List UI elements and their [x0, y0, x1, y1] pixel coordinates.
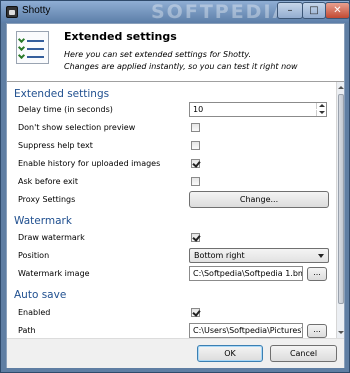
no-preview-checkbox[interactable]	[191, 123, 200, 132]
watermark-browse-button[interactable]: ...	[307, 267, 327, 281]
settings-window: Shotty SOFTPEDIA – □ ✕ Extended settings…	[0, 0, 350, 373]
spin-up-icon[interactable]	[316, 103, 326, 109]
maximize-button[interactable]: □	[302, 2, 326, 19]
proxy-change-button[interactable]: Change...	[189, 191, 329, 208]
watermark-image-value: C:\Softpedia\Softpedia 1.bmp	[193, 269, 303, 278]
draw-watermark-checkbox[interactable]	[191, 233, 200, 242]
section-autosave-title: Auto save	[14, 289, 67, 301]
scroll-down-icon[interactable]	[338, 329, 344, 336]
dialog-footer: OK Cancel	[7, 338, 344, 368]
ask-exit-label: Ask before exit	[18, 177, 78, 186]
ok-button[interactable]: OK	[197, 345, 263, 362]
scroll-thumb[interactable]	[338, 94, 344, 304]
page-title: Extended settings	[64, 30, 177, 43]
proxy-label: Proxy Settings	[18, 195, 76, 204]
autosave-path-label: Path	[18, 326, 36, 335]
window-title: Shotty	[22, 5, 51, 16]
close-button[interactable]: ✕	[325, 2, 350, 19]
autosave-enabled-label: Enabled	[18, 308, 51, 317]
no-preview-label: Don't show selection preview	[18, 123, 136, 132]
delay-value: 10	[193, 105, 204, 114]
dialog-client: Extended settings Here you can set exten…	[6, 23, 345, 368]
section-watermark-title: Watermark	[14, 215, 72, 227]
header-description: Here you can set extended settings for S…	[64, 49, 339, 73]
draw-watermark-label: Draw watermark	[18, 233, 85, 242]
camera-icon	[6, 6, 18, 18]
title-bar[interactable]: Shotty SOFTPEDIA – □ ✕	[1, 1, 350, 23]
suppress-help-label: Suppress help text	[18, 141, 93, 150]
description-line-2: Changes are applied instantly, so you ca…	[64, 62, 298, 71]
dialog-header: Extended settings Here you can set exten…	[7, 24, 344, 81]
vertical-scrollbar[interactable]	[336, 82, 344, 338]
softpedia-logo: SOFTPEDIA	[151, 1, 290, 23]
checklist-icon	[16, 31, 49, 64]
autosave-path-value: C:\Users\Softpedia\Pictures\S	[193, 326, 303, 335]
watermark-image-field[interactable]: C:\Softpedia\Softpedia 1.bmp	[189, 266, 303, 281]
settings-panel: Extended settings Delay time (in seconds…	[7, 82, 336, 338]
position-select[interactable]: Bottom right	[189, 248, 329, 263]
delay-label: Delay time (in seconds)	[18, 105, 113, 114]
chevron-down-icon	[318, 254, 324, 258]
scroll-up-icon[interactable]	[338, 84, 344, 91]
cancel-button[interactable]: Cancel	[270, 345, 337, 362]
watermark-image-label: Watermark image	[18, 269, 90, 278]
delay-spinbox[interactable]: 10	[189, 102, 327, 117]
ask-exit-checkbox[interactable]	[191, 177, 200, 186]
autosave-enabled-checkbox[interactable]	[191, 308, 200, 317]
position-value: Bottom right	[194, 251, 245, 260]
description-line-1: Here you can set extended settings for S…	[64, 50, 251, 59]
section-extended-title: Extended settings	[14, 88, 110, 100]
history-checkbox[interactable]	[191, 159, 200, 168]
minimize-button[interactable]: –	[277, 2, 303, 19]
autosave-path-field[interactable]: C:\Users\Softpedia\Pictures\S	[189, 323, 303, 338]
suppress-help-checkbox[interactable]	[191, 141, 200, 150]
spin-down-icon[interactable]	[316, 110, 326, 116]
autosave-browse-button[interactable]: ...	[307, 324, 327, 338]
history-label: Enable history for uploaded images	[18, 159, 161, 168]
position-label: Position	[18, 251, 50, 260]
